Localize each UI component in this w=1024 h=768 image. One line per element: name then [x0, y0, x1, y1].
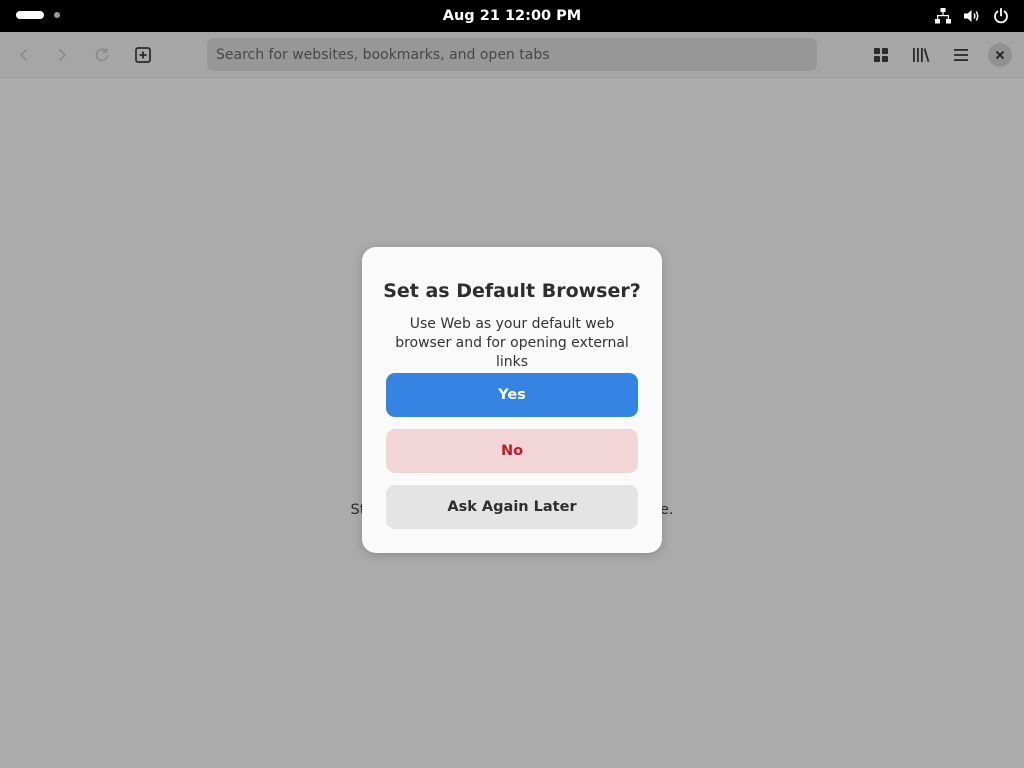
- workspace-indicator-dot: [54, 12, 60, 18]
- new-tab-button[interactable]: [129, 41, 157, 69]
- power-icon[interactable]: [992, 7, 1010, 25]
- default-browser-dialog: Set as Default Browser? Use Web as your …: [362, 247, 662, 553]
- reload-icon: [95, 47, 109, 62]
- menu-icon: [954, 49, 968, 61]
- forward-icon: [58, 48, 67, 62]
- clock[interactable]: Aug 21 12:00 PM: [443, 8, 581, 24]
- clock-container: Aug 21 12:00 PM: [0, 0, 1024, 32]
- main-menu-button[interactable]: [947, 41, 975, 69]
- dialog-title: Set as Default Browser?: [383, 280, 641, 302]
- reload-button[interactable]: [88, 41, 116, 69]
- workspace-indicator-active: [16, 11, 44, 19]
- browser-header-bar: [0, 32, 1024, 78]
- search-input[interactable]: [207, 38, 817, 71]
- no-button[interactable]: No: [386, 429, 638, 473]
- yes-button[interactable]: Yes: [386, 373, 638, 417]
- back-icon: [19, 48, 28, 62]
- system-top-bar: Aug 21 12:00 PM: [0, 0, 1024, 32]
- forward-button[interactable]: [48, 41, 76, 69]
- library-button[interactable]: [907, 41, 935, 69]
- tab-overview-button[interactable]: [867, 41, 895, 69]
- ask-again-later-button[interactable]: Ask Again Later: [386, 485, 638, 529]
- back-button[interactable]: [10, 41, 38, 69]
- system-tray[interactable]: [934, 0, 1010, 32]
- close-icon: [995, 50, 1005, 60]
- network-icon[interactable]: [934, 7, 952, 25]
- library-icon: [913, 48, 930, 63]
- window-close-button[interactable]: [988, 43, 1012, 67]
- new-tab-icon: [135, 47, 151, 63]
- activities-button[interactable]: [16, 11, 60, 19]
- dialog-body: Use Web as your default web browser and …: [395, 316, 629, 370]
- tab-overview-icon: [874, 48, 888, 62]
- volume-icon[interactable]: [963, 7, 981, 25]
